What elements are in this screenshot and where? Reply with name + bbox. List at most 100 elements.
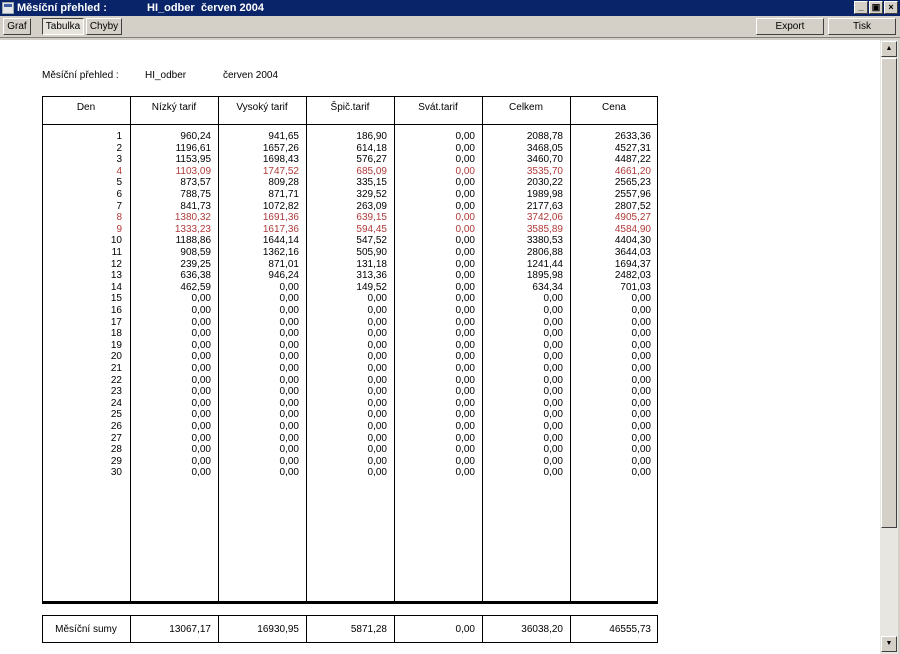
col-den-cell: 29 xyxy=(110,455,122,467)
col-cena-header: Cena xyxy=(602,102,626,113)
col-svat-tarif-cell: 0,00 xyxy=(455,223,475,235)
col-den-cell: 22 xyxy=(110,374,122,386)
col-svat-tarif-cell: 0,00 xyxy=(455,212,475,224)
app-icon xyxy=(2,2,14,14)
col-cena-cell: 4905,27 xyxy=(614,212,651,224)
col-cena-cell: 2633,36 xyxy=(614,131,651,142)
monthly-sums-label: Měsíční sumy xyxy=(55,624,117,635)
app-window: Měsíční přehled : HI_odber červen 2004 _… xyxy=(0,0,900,654)
col-spic-tarif-cell: 576,27 xyxy=(356,154,387,166)
col-svat-tarif-cell: 0,00 xyxy=(455,363,475,374)
col-celkem-cell: 0,00 xyxy=(543,328,563,340)
col-cena-cell: 0,00 xyxy=(631,421,651,432)
col-cena-cell: 0,00 xyxy=(631,455,651,467)
col-den-cell: 30 xyxy=(110,467,122,479)
col-svat-tarif-cell: 0,00 xyxy=(455,165,475,177)
report-content: Měsíční přehled : HI_odber červen 2004 D… xyxy=(0,40,880,654)
col-celkem-cell: 0,00 xyxy=(543,409,563,421)
col-spic-tarif-cell: 0,00 xyxy=(367,363,387,374)
col-cena-cell: 0,00 xyxy=(631,316,651,328)
col-svat-tarif-cell: 0,00 xyxy=(455,467,475,479)
col-nizky-tarif-cell: 0,00 xyxy=(191,432,211,444)
export-button[interactable]: Export xyxy=(756,18,824,35)
tisk-button[interactable]: Tisk xyxy=(828,18,896,35)
col-nizky-tarif-cell: 239,25 xyxy=(180,258,211,270)
col-vysoky-tarif-cell: 0,00 xyxy=(279,339,299,351)
col-den-cell: 23 xyxy=(110,386,122,398)
col-celkem-cell: 2088,78 xyxy=(526,131,563,142)
table-row: 25 0,00 0,00 0,00 0,00 0,00 0,00 xyxy=(42,409,658,421)
scroll-up-icon[interactable]: ▲ xyxy=(881,41,897,57)
col-svat-tarif-cell: 0,00 xyxy=(455,444,475,456)
col-spic-tarif-cell: 263,09 xyxy=(356,200,387,212)
report-label: Měsíční přehled : xyxy=(42,70,119,81)
col-svat-tarif-cell: 0,00 xyxy=(455,200,475,212)
col-cena-cell: 0,00 xyxy=(631,339,651,351)
table-row: 16 0,00 0,00 0,00 0,00 0,00 0,00 xyxy=(42,305,658,317)
col-den-cell: 19 xyxy=(110,339,122,351)
col-vysoky-tarif-cell: 0,00 xyxy=(279,409,299,421)
report-object: HI_odber xyxy=(145,70,187,81)
chyby-button[interactable]: Chyby xyxy=(86,18,122,35)
col-svat-tarif-cell: 0,00 xyxy=(455,374,475,386)
col-cena-cell: 0,00 xyxy=(631,444,651,456)
table-row: 10 1188,86 1644,14 547,52 0,00 3380,53 4404,30 xyxy=(42,235,658,247)
vertical-scrollbar[interactable]: ▲ ▼ xyxy=(880,40,898,654)
col-cena-cell: 0,00 xyxy=(631,386,651,398)
col-vysoky-tarif-cell: 0,00 xyxy=(279,363,299,374)
col-celkem-cell: 3535,70 xyxy=(526,165,563,177)
col-vysoky-tarif-cell: 0,00 xyxy=(279,444,299,456)
col-den-cell: 16 xyxy=(110,305,122,316)
col-nizky-tarif-cell: 1380,32 xyxy=(174,212,211,224)
close-button[interactable]: × xyxy=(884,1,898,14)
col-spic-tarif-cell: 0,00 xyxy=(367,293,387,305)
col-celkem-cell: 0,00 xyxy=(543,444,563,456)
col-cena-cell: 4661,20 xyxy=(614,165,651,177)
col-vysoky-tarif-cell: 1698,43 xyxy=(262,154,299,166)
col-cena-cell: 0,00 xyxy=(631,363,651,374)
col-spic-tarif-cell: 639,15 xyxy=(356,212,387,224)
graf-button[interactable]: Graf xyxy=(3,18,31,35)
col-nizky-tarif-cell: 873,57 xyxy=(180,177,211,189)
title-bar: Měsíční přehled : HI_odber červen 2004 _… xyxy=(0,0,900,16)
col-vysoky-tarif-cell: 1747,52 xyxy=(262,165,299,177)
tabulka-button[interactable]: Tabulka xyxy=(42,18,84,35)
col-den-cell: 14 xyxy=(110,281,122,293)
table-row: 4 1103,09 1747,52 685,09 0,00 3535,70 4661,20 xyxy=(42,166,658,178)
table-row: 30 0,00 0,00 0,00 0,00 0,00 0,00 xyxy=(42,467,658,479)
scroll-thumb[interactable] xyxy=(881,58,897,528)
table-row: 22 0,00 0,00 0,00 0,00 0,00 0,00 xyxy=(42,375,658,387)
col-svat-tarif-cell: 0,00 xyxy=(455,397,475,409)
col-celkem-cell: 2806,88 xyxy=(526,247,563,258)
scroll-down-icon[interactable]: ▼ xyxy=(881,636,897,652)
col-spic-tarif-cell: 186,90 xyxy=(356,131,387,142)
col-spic-tarif-cell: 0,00 xyxy=(367,305,387,316)
col-svat-tarif-cell: 0,00 xyxy=(455,293,475,305)
col-cena-cell: 2565,23 xyxy=(614,177,651,189)
col-den-cell: 7 xyxy=(116,200,122,212)
col-nizky-tarif-cell: 0,00 xyxy=(191,467,211,479)
col-spic-tarif-cell: 335,15 xyxy=(356,177,387,189)
col-spic-tarif-cell: 0,00 xyxy=(367,444,387,456)
col-celkem-cell: 3468,05 xyxy=(526,142,563,154)
col-nizky-tarif-cell: 0,00 xyxy=(191,316,211,328)
col-celkem-cell: 3460,70 xyxy=(526,154,563,166)
col-celkem-cell: 0,00 xyxy=(543,467,563,479)
col-celkem-cell: 0,00 xyxy=(543,386,563,398)
restore-button[interactable]: ▣ xyxy=(869,1,883,14)
table-row: 27 0,00 0,00 0,00 0,00 0,00 0,00 xyxy=(42,433,658,445)
table-row: 29 0,00 0,00 0,00 0,00 0,00 0,00 xyxy=(42,456,658,468)
col-celkem-cell: 0,00 xyxy=(543,455,563,467)
col-celkem-cell: 0,00 xyxy=(543,293,563,305)
table-row: 5 873,57 809,28 335,15 0,00 2030,22 2565,23 xyxy=(42,177,658,189)
col-svat-tarif-cell: 0,00 xyxy=(455,154,475,166)
col-spic-tarif-cell: 149,52 xyxy=(356,281,387,293)
col-den-cell: 18 xyxy=(110,328,122,340)
minimize-button[interactable]: _ xyxy=(854,1,868,14)
col-vysoky-tarif-cell: 0,00 xyxy=(279,305,299,316)
col-cena-cell: 1694,37 xyxy=(614,258,651,270)
table-row: 8 1380,32 1691,36 639,15 0,00 3742,06 4905,27 xyxy=(42,212,658,224)
col-den-cell: 20 xyxy=(110,351,122,363)
col-den-cell: 13 xyxy=(110,270,122,282)
window-controls: _ ▣ × xyxy=(854,1,898,14)
